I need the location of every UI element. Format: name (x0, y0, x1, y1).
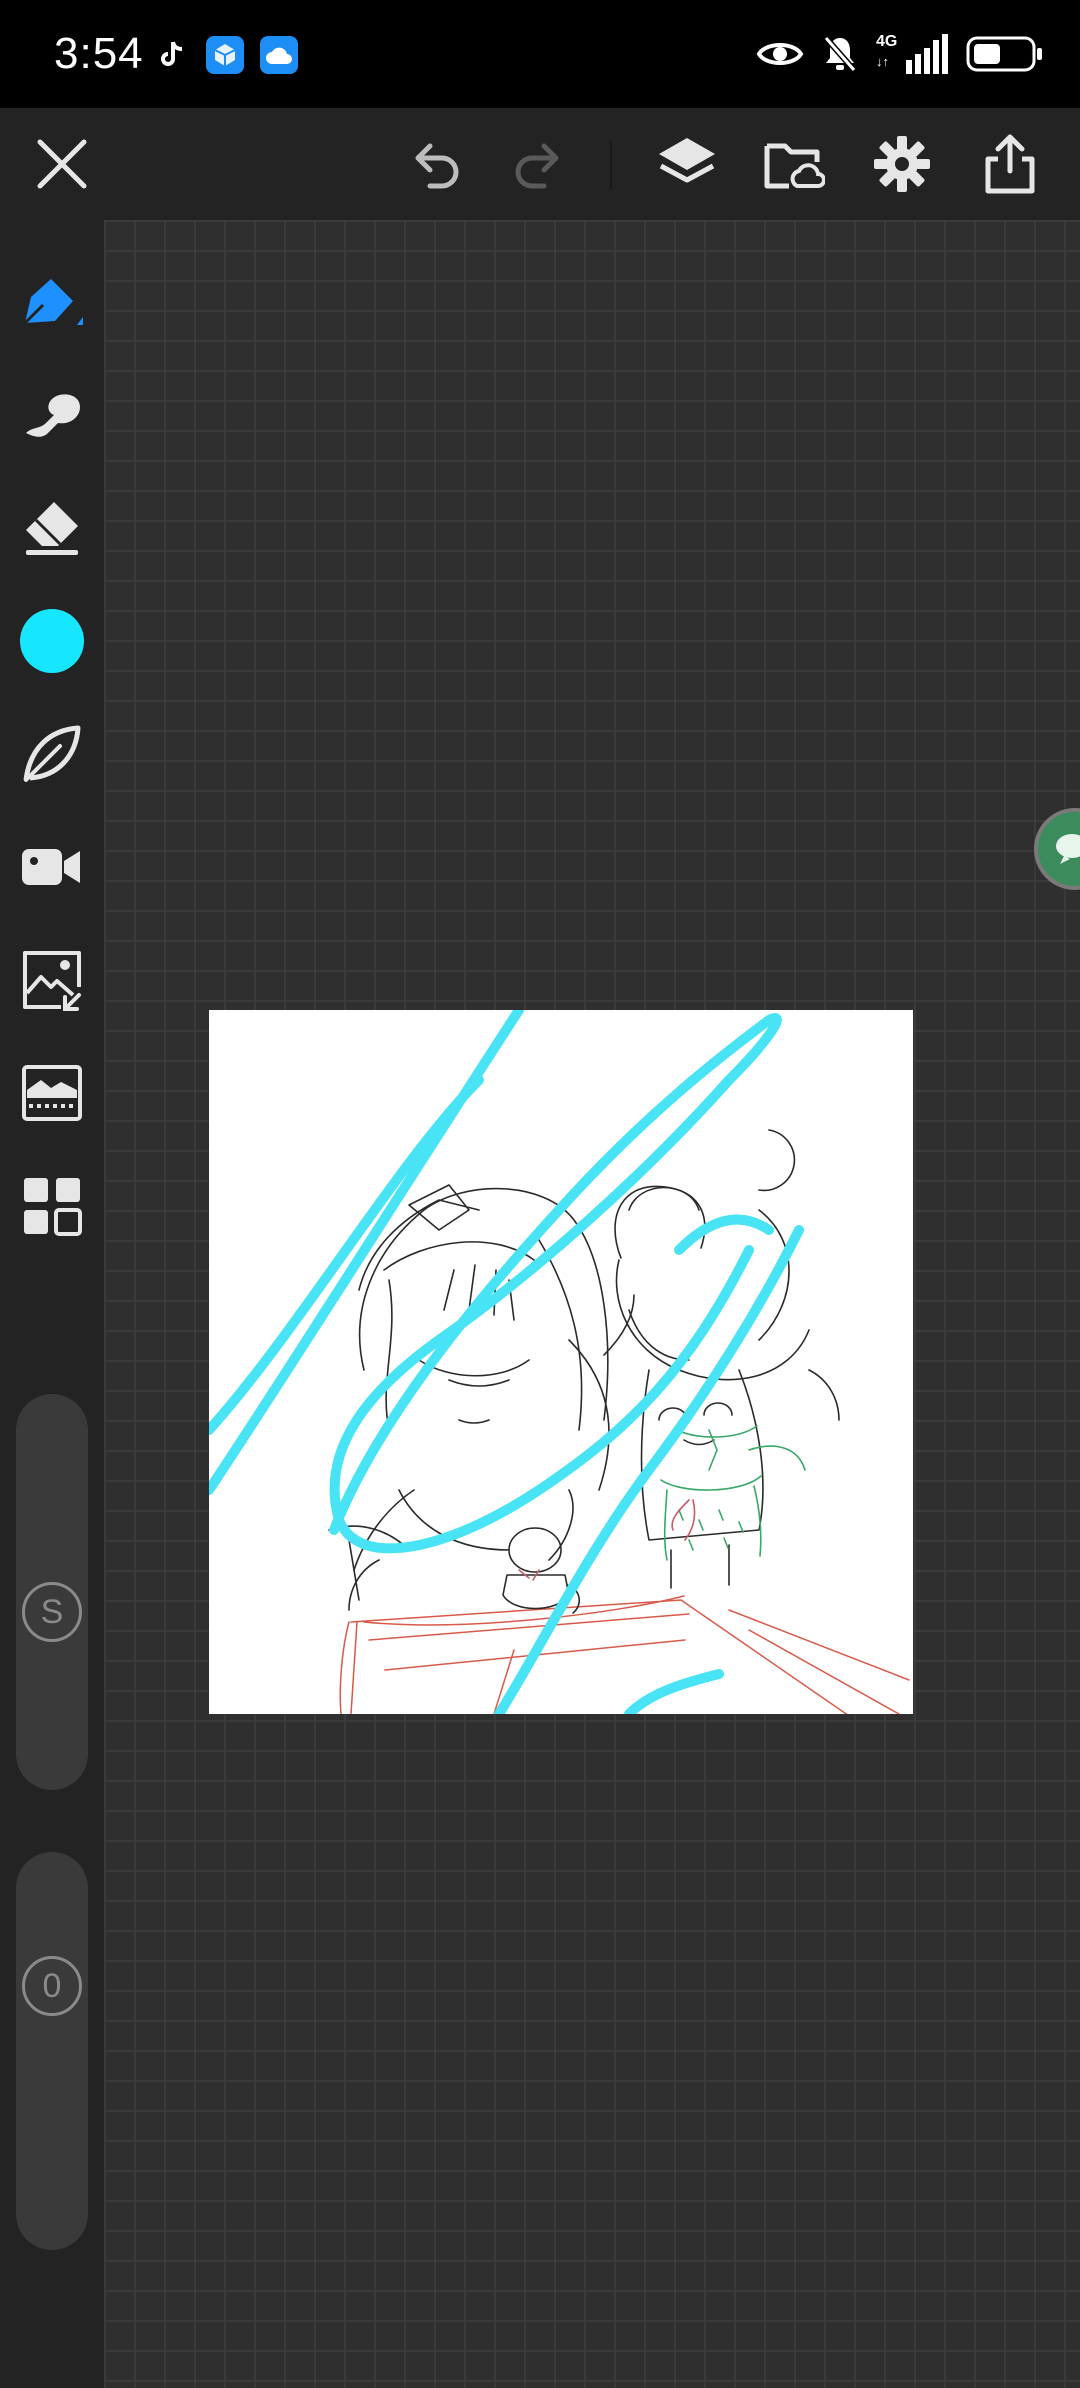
redo-button[interactable] (502, 130, 570, 198)
drawing-artboard[interactable] (209, 1010, 913, 1714)
undo-icon (415, 143, 459, 189)
bell-muted-icon (823, 36, 857, 72)
undo-button[interactable] (404, 130, 472, 198)
app-cube-icon (206, 36, 244, 74)
grid-menu-icon (24, 1178, 82, 1236)
color-picker[interactable] (12, 601, 92, 681)
save-cloud-button[interactable] (760, 130, 828, 198)
sketch-drawing (209, 1010, 910, 1714)
status-bar: 3:54 4G ↓↑ (0, 0, 1080, 108)
share-button[interactable] (976, 130, 1044, 198)
close-button[interactable] (28, 130, 96, 198)
opacity-slider[interactable] (16, 1852, 88, 2250)
layers-button[interactable] (653, 130, 721, 198)
layers-icon (659, 138, 715, 183)
brush-size-knob[interactable]: S (22, 1582, 82, 1642)
cloud-app-icon (260, 36, 298, 74)
toolbar-divider (610, 140, 612, 190)
video-record[interactable] (12, 827, 92, 907)
smudge-tool[interactable] (12, 375, 92, 455)
more-tools[interactable] (12, 1166, 92, 1246)
floating-chat-bubble[interactable] (1034, 808, 1080, 890)
eraser-tool[interactable] (12, 488, 92, 568)
chat-icon (1056, 834, 1080, 864)
color-swatch (20, 609, 84, 673)
filter-tool[interactable] (12, 1053, 92, 1133)
filter-icon (22, 1065, 82, 1121)
brush-library[interactable] (12, 714, 92, 794)
pen-tool[interactable] (12, 262, 92, 342)
network-label: 4G (876, 33, 898, 50)
eraser-icon (26, 502, 78, 555)
smudge-icon (26, 394, 80, 437)
settings-icon (874, 136, 930, 192)
top-toolbar (0, 108, 1080, 220)
close-icon (37, 139, 87, 189)
image-import[interactable] (12, 940, 92, 1020)
eye-icon (756, 43, 804, 65)
share-icon (985, 134, 1035, 194)
status-indicators: 4G ↓↑ (756, 28, 1044, 80)
battery-icon (966, 36, 1042, 72)
tiktok-icon (152, 36, 190, 74)
notification-icons (152, 30, 298, 80)
opacity-knob[interactable]: 0 (22, 1956, 82, 2016)
video-icon (22, 849, 80, 885)
tool-sidebar: S 0 (0, 220, 104, 2388)
signal-icon: 4G ↓↑ (876, 32, 948, 76)
save-cloud-icon (764, 143, 825, 189)
leaf-brush-icon (23, 725, 81, 782)
redo-icon (515, 143, 559, 189)
pen-icon (23, 279, 83, 325)
settings-button[interactable] (868, 130, 936, 198)
status-time: 3:54 (54, 29, 144, 78)
image-import-icon (23, 951, 81, 1011)
